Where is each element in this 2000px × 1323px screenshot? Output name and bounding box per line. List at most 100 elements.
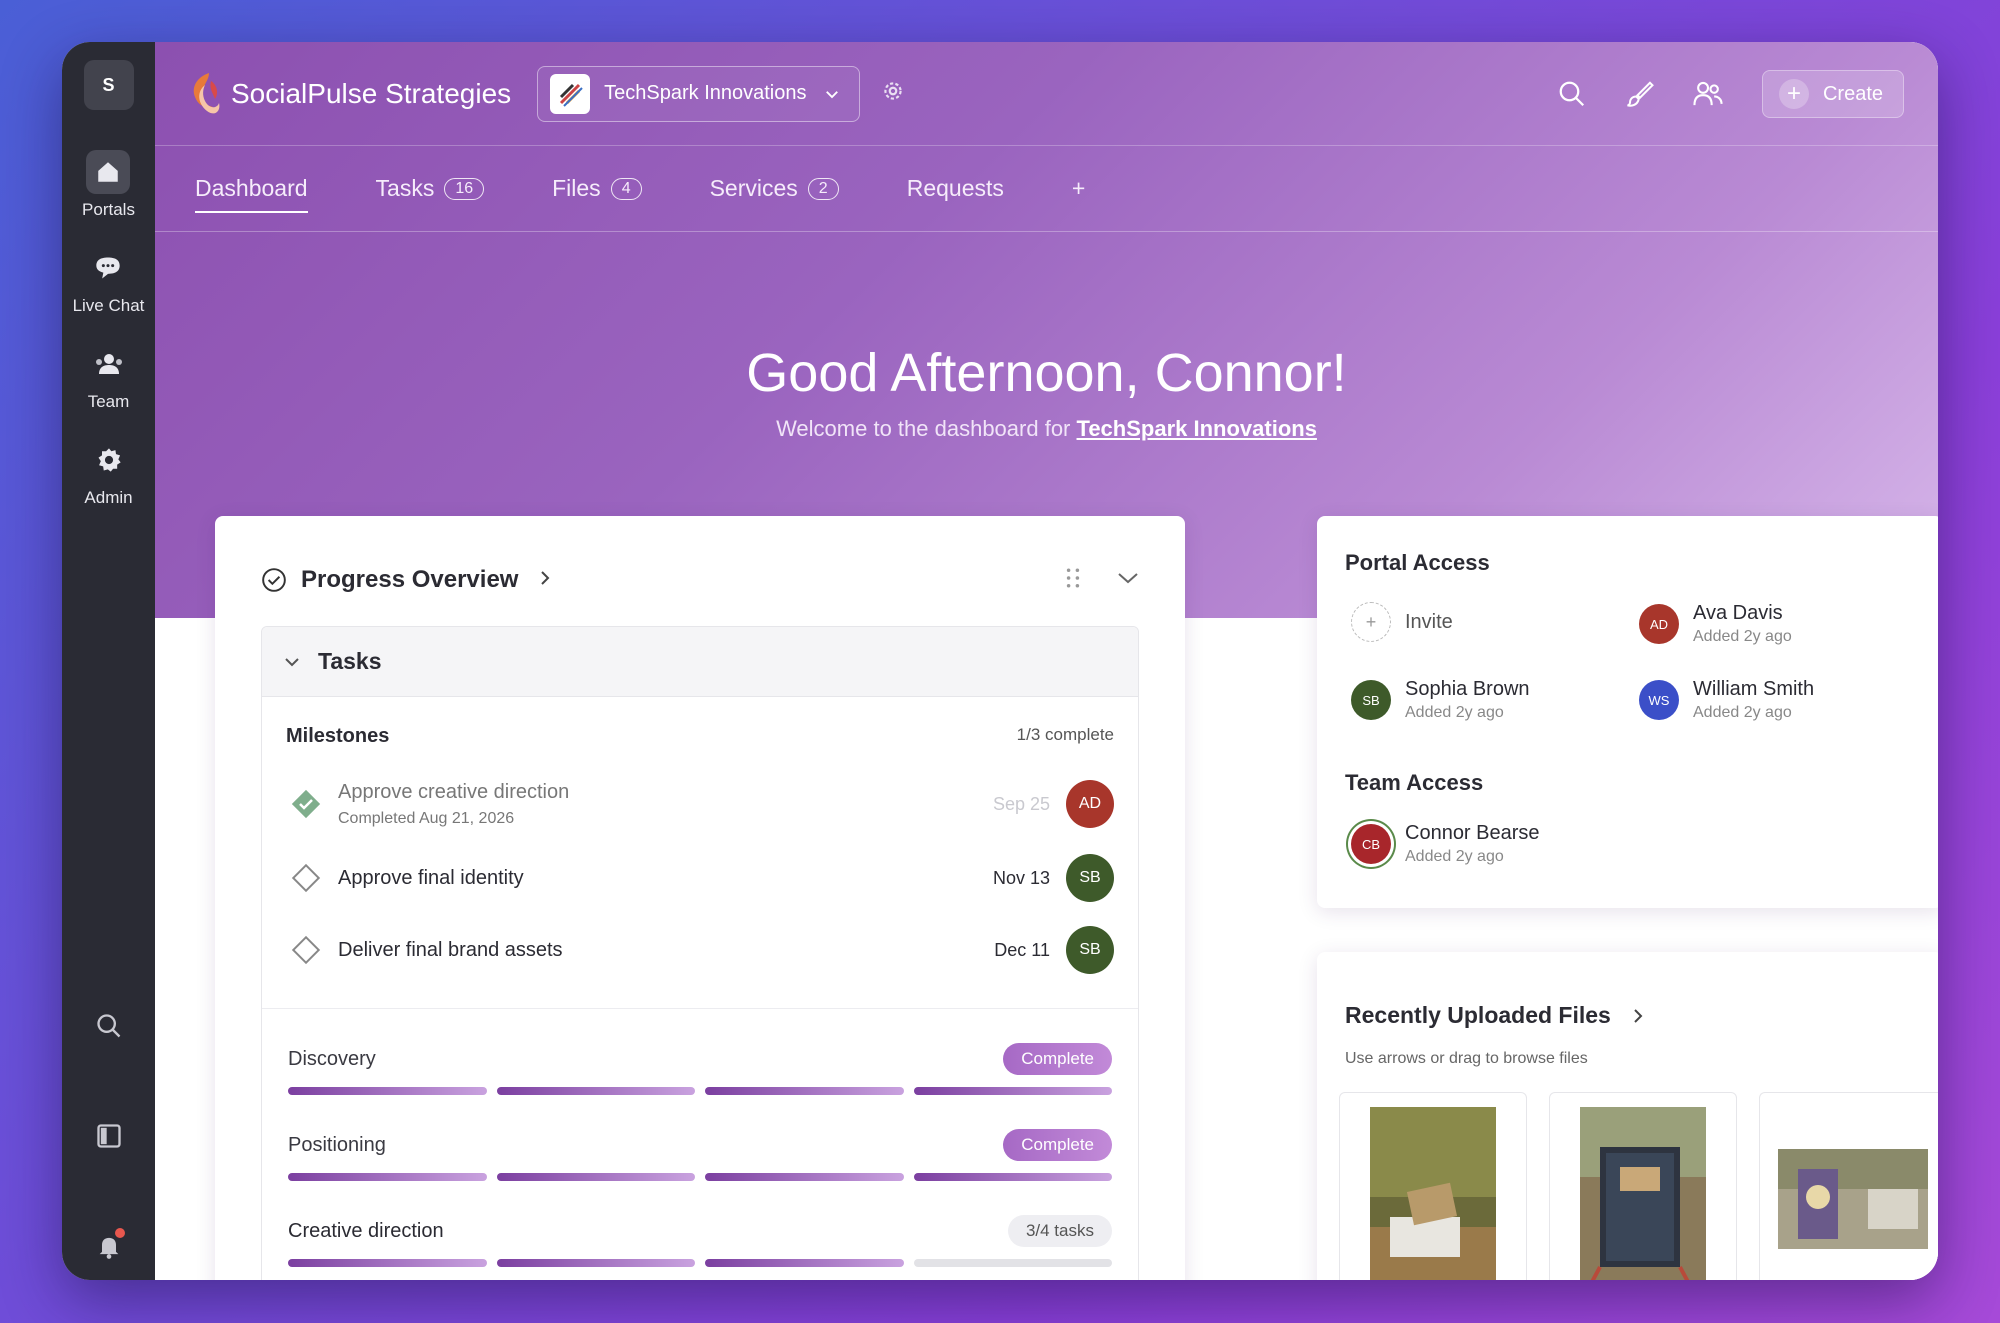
milestone-row[interactable]: Approve final identity Nov 13 SB: [262, 842, 1138, 914]
recent-files-subtitle: Use arrows or drag to browse files: [1345, 1050, 1588, 1067]
tab-label: Tasks: [375, 175, 435, 201]
plus-icon: +: [1351, 602, 1391, 642]
progress-segment: [913, 1087, 1112, 1095]
recent-files-header[interactable]: Recently Uploaded Files: [1345, 1002, 1645, 1029]
avatar: AD: [1639, 604, 1679, 644]
file-thumbnail[interactable]: [1759, 1092, 1938, 1280]
phase-progress-bar: [288, 1087, 1112, 1095]
progress-card-header: Progress Overview: [261, 566, 1139, 594]
tab-label: Services: [709, 175, 798, 201]
portal-member[interactable]: AD Ava Davis Added 2y ago: [1639, 602, 1792, 646]
invite-button[interactable]: + Invite: [1351, 602, 1453, 642]
bell-icon[interactable]: [87, 1224, 131, 1268]
phase-discovery[interactable]: Discovery Complete: [262, 1043, 1138, 1095]
avatar[interactable]: AD: [1066, 780, 1114, 828]
client-link[interactable]: TechSpark Innovations: [1077, 416, 1317, 441]
sidebar-item-label: Team: [87, 392, 130, 411]
milestone-name: Approve creative direction: [338, 780, 570, 803]
member-name: Connor Bearse: [1405, 822, 1540, 844]
tasks-section-title: Tasks: [318, 648, 382, 674]
chat-icon: [86, 246, 130, 290]
member-added: Added 2y ago: [1405, 704, 1504, 721]
milestone-complete-icon[interactable]: [286, 787, 326, 821]
tab-requests[interactable]: Requests: [907, 169, 1004, 209]
client-select-value: TechSpark Innovations: [604, 82, 807, 104]
notification-dot: [114, 1228, 125, 1238]
add-tab-button[interactable]: +: [1072, 169, 1085, 209]
brand-name: SocialPulse Strategies: [231, 77, 512, 109]
search-icon[interactable]: [87, 1004, 131, 1048]
avatar[interactable]: SB: [1066, 854, 1114, 902]
portal-member[interactable]: WS William Smith Added 2y ago: [1639, 678, 1814, 722]
file-thumbnail[interactable]: [1339, 1092, 1527, 1280]
sidebar-bottom: [62, 1004, 155, 1280]
phase-positioning[interactable]: Positioning Complete: [262, 1129, 1138, 1181]
sidebar-item-portals[interactable]: Portals: [82, 150, 135, 220]
tab-dashboard[interactable]: Dashboard: [195, 169, 308, 213]
tasks-panel: Tasks Milestones 1/3 complete Approve cr…: [261, 626, 1139, 1280]
sidebar-item-team[interactable]: Team: [87, 342, 131, 412]
brush-icon[interactable]: [1618, 72, 1662, 116]
member-added: Added 2y ago: [1693, 628, 1792, 645]
collapse-chevron-icon[interactable]: [1117, 571, 1139, 590]
sidebar: S Portals Live Chat Team Admin: [62, 42, 155, 1280]
member-name: Sophia Brown: [1405, 678, 1530, 700]
member-added: Added 2y ago: [1405, 848, 1504, 865]
sidebar-item-live-chat[interactable]: Live Chat: [73, 246, 144, 316]
portal-member[interactable]: SB Sophia Brown Added 2y ago: [1351, 678, 1530, 722]
tab-bar: Dashboard Tasks 16 Files 4 Services 2 Re…: [155, 146, 1938, 232]
milestone-text: Approve creative direction Completed Aug…: [338, 781, 993, 828]
progress-segment: [288, 1087, 487, 1095]
invite-label: Invite: [1405, 610, 1453, 633]
tab-services[interactable]: Services 2: [710, 169, 839, 209]
file-thumbnail[interactable]: [1549, 1092, 1737, 1280]
milestone-completed-date: Completed Aug 21, 2026: [338, 809, 515, 827]
client-settings-icon[interactable]: [880, 78, 906, 109]
sidebar-item-label: Admin: [84, 488, 133, 507]
milestone-row[interactable]: Deliver final brand assets Dec 11 SB: [262, 914, 1138, 986]
client-logo-icon: [550, 73, 591, 114]
chevron-right-icon[interactable]: [538, 569, 552, 592]
drag-handle-icon[interactable]: [1065, 567, 1081, 594]
tab-tasks[interactable]: Tasks 16: [376, 169, 485, 209]
member-name: Ava Davis: [1693, 602, 1783, 624]
sidebar-item-admin[interactable]: Admin: [84, 438, 133, 508]
panel-toggle-icon[interactable]: [87, 1114, 131, 1158]
progress-segment: [913, 1173, 1112, 1181]
progress-segment: [705, 1173, 904, 1181]
phase-name: Discovery: [288, 1047, 376, 1070]
file-preview-image: [1370, 1107, 1496, 1280]
team-member[interactable]: CB Connor Bearse Added 2y ago: [1351, 822, 1540, 866]
progress-segment: [705, 1087, 904, 1095]
progress-overview-card: Progress Overview Tasks Milestones 1/3 c…: [215, 516, 1185, 1280]
workspace-badge[interactable]: S: [83, 60, 134, 110]
phase-name: Positioning: [288, 1133, 386, 1156]
tab-label: Files: [552, 175, 601, 201]
progress-segment: [288, 1173, 487, 1181]
phase-creative-direction[interactable]: Creative direction 3/4 tasks: [262, 1215, 1138, 1267]
milestones-count: 1/3 complete: [1016, 725, 1114, 744]
divider: [262, 1008, 1138, 1009]
progress-card-title[interactable]: Progress Overview: [301, 566, 518, 594]
milestone-diamond-icon[interactable]: [286, 861, 326, 895]
users-icon[interactable]: [1686, 72, 1730, 116]
phase-progress-bar: [288, 1173, 1112, 1181]
avatar[interactable]: SB: [1066, 926, 1114, 974]
client-select[interactable]: TechSpark Innovations: [537, 65, 860, 122]
plus-icon: +: [1778, 79, 1809, 109]
create-button[interactable]: + Create: [1761, 70, 1904, 118]
tab-count-badge: 4: [610, 177, 642, 200]
member-name: William Smith: [1693, 678, 1815, 700]
gear-icon: [87, 438, 131, 482]
brand[interactable]: SocialPulse Strategies: [185, 71, 511, 117]
search-icon[interactable]: [1550, 72, 1594, 116]
welcome-prefix: Welcome to the dashboard for: [776, 416, 1071, 441]
milestone-diamond-icon[interactable]: [286, 933, 326, 967]
tab-files[interactable]: Files 4: [552, 169, 642, 209]
progress-segment: [496, 1173, 695, 1181]
milestones-header: Milestones 1/3 complete: [262, 697, 1138, 748]
progress-segment: [913, 1259, 1112, 1267]
status-badge: Complete: [1003, 1129, 1112, 1161]
tasks-section-header[interactable]: Tasks: [262, 627, 1138, 697]
milestone-row[interactable]: Approve creative direction Completed Aug…: [262, 766, 1138, 842]
